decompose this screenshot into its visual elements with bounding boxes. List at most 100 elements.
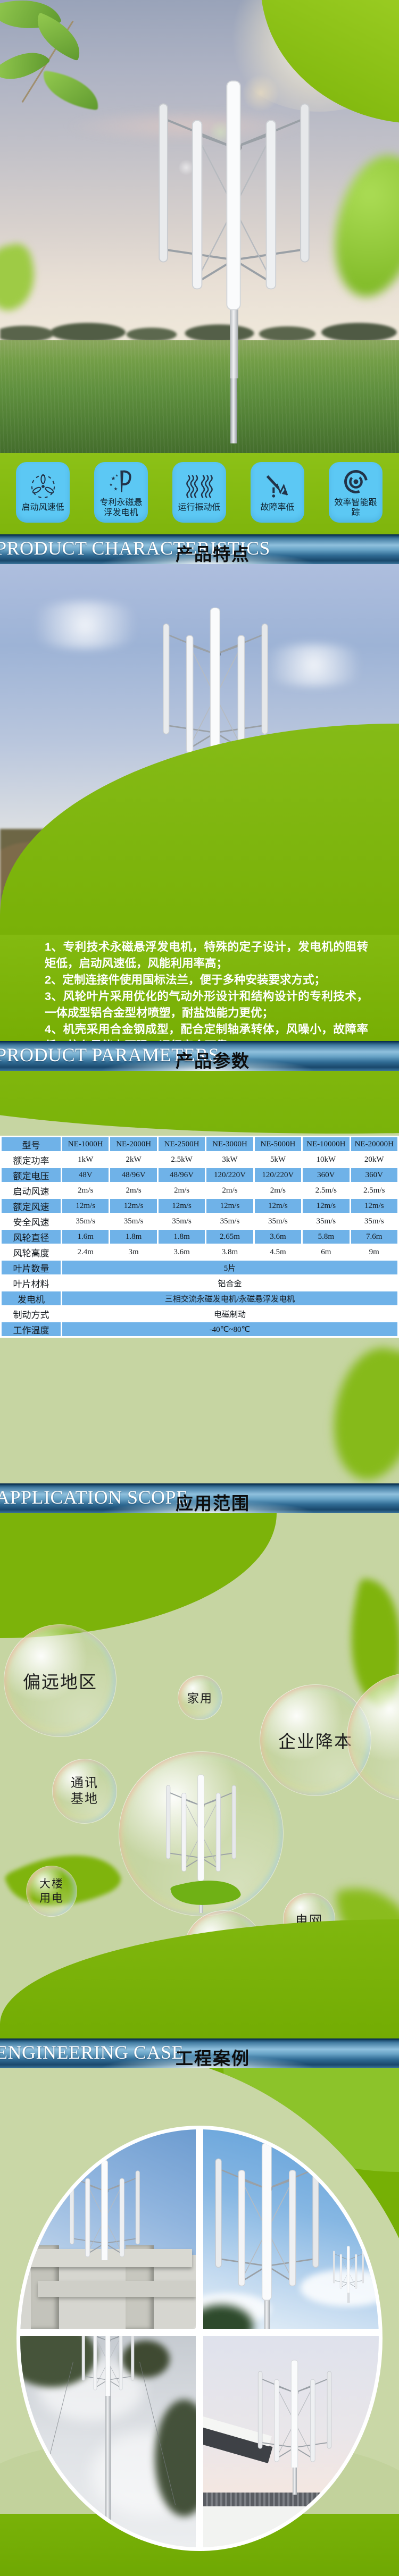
spec-cell-span: 电磁制动 — [62, 1307, 397, 1321]
spec-header-row: 型号 NE-1000H NE-2000H NE-2500H NE-3000H N… — [2, 1137, 397, 1151]
leaf-decor-blurred — [320, 1340, 399, 1483]
banner-title-zh: 工程案例 — [176, 2044, 250, 2068]
building-beam — [38, 2281, 196, 2297]
app-bubble-turbine — [119, 1751, 284, 1916]
spec-row-label: 风轮直径 — [2, 1230, 61, 1244]
spec-row-label: 发电机 — [2, 1291, 61, 1305]
spec-cell: 35m/s — [110, 1214, 156, 1228]
app-bubble-building-power: 大楼用电 — [26, 1866, 77, 1917]
feature-tile-startup-wind: 启动风速低 — [16, 462, 70, 523]
app-label: 大楼用电 — [39, 1877, 64, 1906]
spec-cell: 35m/s — [159, 1214, 205, 1228]
spec-cell: 35m/s — [303, 1214, 349, 1228]
spec-cell: 2m/s — [255, 1184, 301, 1197]
feature-tile-label: 故障率低 — [260, 502, 294, 513]
spec-cell: 35m/s — [206, 1214, 253, 1228]
feature-tile-patent-generator: ★ ★ ★ ★ 专利永磁悬浮发电机 — [94, 462, 148, 523]
spec-cell: 35m/s — [62, 1214, 109, 1228]
feature-tile-label: 效率智能跟踪 — [331, 498, 380, 518]
case-photo-rooftop — [20, 2129, 196, 2329]
app-label: 企业降本 — [278, 1727, 353, 1753]
spec-cell: 360V — [303, 1168, 349, 1182]
spec-cell: 2kW — [110, 1153, 156, 1167]
spec-cell: 2m/s — [159, 1184, 205, 1197]
spec-col-header: NE-1000H — [62, 1137, 109, 1151]
spec-table: 型号 NE-1000H NE-2000H NE-2500H NE-3000H N… — [0, 1136, 399, 1338]
spec-cell: 3.6m — [159, 1245, 205, 1259]
green-curve-bottom — [0, 1919, 399, 2038]
case-photo-building-roof — [203, 2336, 379, 2547]
roof-edge — [203, 2493, 379, 2507]
feature-tile-label: 运行振动低 — [178, 502, 220, 513]
spec-cell: 3.6m — [255, 1230, 301, 1244]
svg-text:★: ★ — [115, 473, 118, 477]
feature-line: 1、专利技术永磁悬浮发电机，特殊的定子设计，发电机的阻转矩低，启动风速低，风能利… — [45, 939, 368, 972]
spec-row-label: 叶片数量 — [2, 1261, 61, 1274]
green-curve-decor — [0, 1071, 399, 1134]
app-bubble-home-use: 家用 — [178, 1675, 222, 1720]
vibration-icon — [185, 472, 214, 501]
app-bubble-remote-areas: 偏远地区 — [4, 1624, 117, 1737]
banner-title-zh: 产品参数 — [176, 1047, 250, 1071]
spec-cell: 9m — [351, 1245, 397, 1259]
spec-row: 额定电压 48V 48/96V 48/96V 120/220V 120/220V… — [2, 1168, 397, 1182]
spec-cell: 5.8m — [303, 1230, 349, 1244]
wind-turbine-graphic — [52, 2143, 158, 2260]
spec-cell: 1.8m — [110, 1230, 156, 1244]
spec-row-label: 额定电压 — [2, 1168, 61, 1182]
case-photo-guyed-mast — [20, 2336, 196, 2547]
case-photo-circle: ✦ — [16, 2126, 383, 2551]
spec-row: 风轮直径 1.6m 1.8m 1.8m 2.65m 3.6m 5.8m 7.6m — [2, 1230, 397, 1244]
feature-tile-smart-tracking: 效率智能跟踪 — [329, 462, 383, 523]
spec-cell: 4.5m — [255, 1245, 301, 1259]
green-curve-overlay — [0, 724, 399, 935]
app-bubble-partial — [347, 1673, 399, 1801]
case-photo-closeup — [203, 2129, 379, 2329]
app-bubble-telecom-base: 通讯基地 — [52, 1759, 117, 1824]
spec-cell: 10kW — [303, 1153, 349, 1167]
spec-cell: 3kW — [206, 1153, 253, 1167]
spec-cell: 6m — [303, 1245, 349, 1259]
spec-cell-span: 5片 — [62, 1261, 397, 1274]
building-wall — [203, 2506, 379, 2547]
banner-title-reflection: ENGINEERING CASE — [0, 2058, 184, 2068]
spec-row-label: 额定风速 — [2, 1199, 61, 1213]
spec-cell: 1kW — [62, 1153, 109, 1167]
spec-cell: 360V — [351, 1168, 397, 1182]
spec-row-label: 制动方式 — [2, 1307, 61, 1321]
spec-row: 风轮高度 2.4m 3m 3.6m 3.8m 4.5m 6m 9m — [2, 1245, 397, 1259]
spec-row: 制动方式 电磁制动 — [2, 1307, 397, 1321]
leaf-decor-blurred — [0, 241, 41, 314]
feature-tile-low-failure: 故障率低 — [251, 462, 304, 523]
feature-tile-label: 启动风速低 — [21, 502, 64, 513]
wind-turbine-graphic — [120, 46, 348, 389]
features-list: 1、专利技术永磁悬浮发电机，特殊的定子设计，发电机的阻转矩低，启动风速低，风能利… — [0, 935, 399, 1041]
spec-row-label: 额定功率 — [2, 1153, 61, 1167]
wind-turbine-graphic — [68, 2336, 148, 2396]
spec-cell: 5kW — [255, 1153, 301, 1167]
product-detail-page: 启动风速低 ★ ★ ★ ★ 专利永磁悬浮发电机 — [0, 0, 399, 2576]
feature-tile-low-vibration: 运行振动低 — [172, 462, 226, 523]
spec-row-label: 启动风速 — [2, 1184, 61, 1197]
spec-col-header: NE-3000H — [206, 1137, 253, 1151]
spec-row: 工作温度 -40℃~80℃ — [2, 1322, 397, 1336]
svg-text:★: ★ — [109, 482, 113, 487]
spec-cell: 2m/s — [110, 1184, 156, 1197]
spec-col-header: NE-10000H — [303, 1137, 349, 1151]
hero-section — [0, 0, 399, 453]
banner-product-parameters: PRODUCT PARAMETERS PRODUCT PARAMETERS 产品… — [0, 1041, 399, 1071]
spec-col-header: NE-2000H — [110, 1137, 156, 1151]
leaf-decor — [39, 71, 102, 111]
spec-col-header: 型号 — [2, 1137, 61, 1151]
spec-cell-span: -40℃~80℃ — [62, 1322, 397, 1336]
spec-cell: 35m/s — [255, 1214, 301, 1228]
spec-cell: 1.6m — [62, 1230, 109, 1244]
banner-title-reflection: APPLICATION SCOPE — [0, 1503, 188, 1513]
spec-row-label: 安全风速 — [2, 1214, 61, 1228]
spec-cell: 2.4m — [62, 1245, 109, 1259]
spec-cell: 48/96V — [159, 1168, 205, 1182]
spec-row-label: 工作温度 — [2, 1322, 61, 1336]
sparkle-decor: ✦ — [193, 2324, 201, 2335]
feature-icons-band: 启动风速低 ★ ★ ★ ★ 专利永磁悬浮发电机 — [0, 453, 399, 534]
feature-line: 2、定制连接件使用国标法兰，便于多种安装要求方式； — [45, 972, 368, 988]
